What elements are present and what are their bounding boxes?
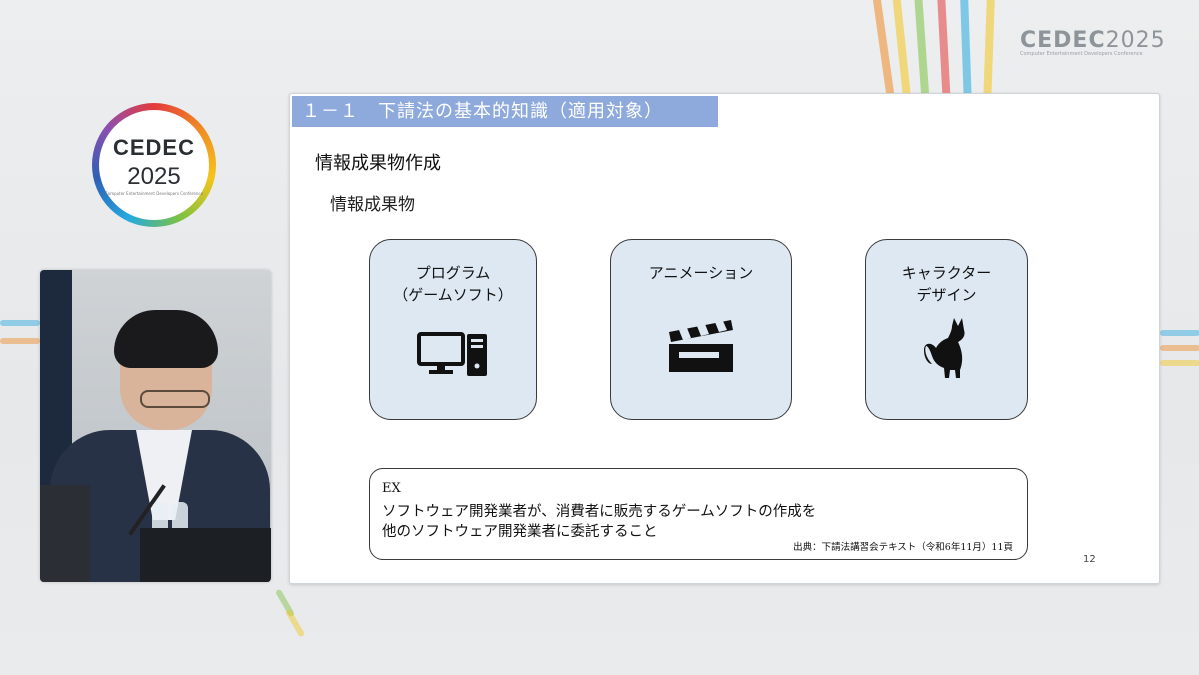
presentation-slide: １－１ 下請法の基本的知識（適用対象） 情報成果物作成 情報成果物 プログラム … [289,93,1160,584]
example-line-2: 他のソフトウェア開発業者に委託すること [382,524,658,540]
example-source: 出典：下請法講習会テキスト（令和6年11月）11頁 [793,542,1013,553]
example-tag: EX [382,481,401,496]
podium [140,528,271,582]
brand-year: 2025 [1105,28,1166,53]
card-character-design: キャラクター デザイン [865,239,1028,420]
brand-logo-round: CEDEC 2025 Computer Entertainment Develo… [99,110,209,220]
card-label: プログラム （ゲームソフト） [393,264,513,304]
slide-title: １－１ 下請法の基本的知識（適用対象） [292,96,718,127]
logo-year: 2025 [127,162,181,190]
card-label: キャラクター デザイン [901,264,992,304]
example-line-1: ソフトウェア開発業者が、消費者に販売するゲームソフトの作成を [382,504,817,520]
speaker-video [40,270,271,582]
speaker-hair [114,310,218,368]
cat-icon [924,318,965,378]
brand-logo-top-right: CEDEC2025 Computer Entertainment Develop… [1020,28,1165,68]
page-number: 12 [1083,554,1096,565]
slide-heading: 情報成果物作成 [315,153,441,174]
brand-name: CEDEC [1020,28,1106,53]
slide-subheading: 情報成果物 [330,195,415,215]
card-program: プログラム （ゲームソフト） [369,239,537,420]
speaker-glasses [140,390,210,408]
example-box: EX ソフトウェア開発業者が、消費者に販売するゲームソフトの作成を 他のソフトウ… [369,468,1028,560]
card-label: アニメーション [648,264,754,282]
laptop [40,485,90,582]
card-animation: アニメーション [610,239,792,420]
logo-name: CEDEC [112,134,195,160]
computer-icon [417,332,487,376]
clapperboard-icon [669,320,733,372]
logo-tagline: Computer Entertainment Developers Confer… [104,190,204,196]
